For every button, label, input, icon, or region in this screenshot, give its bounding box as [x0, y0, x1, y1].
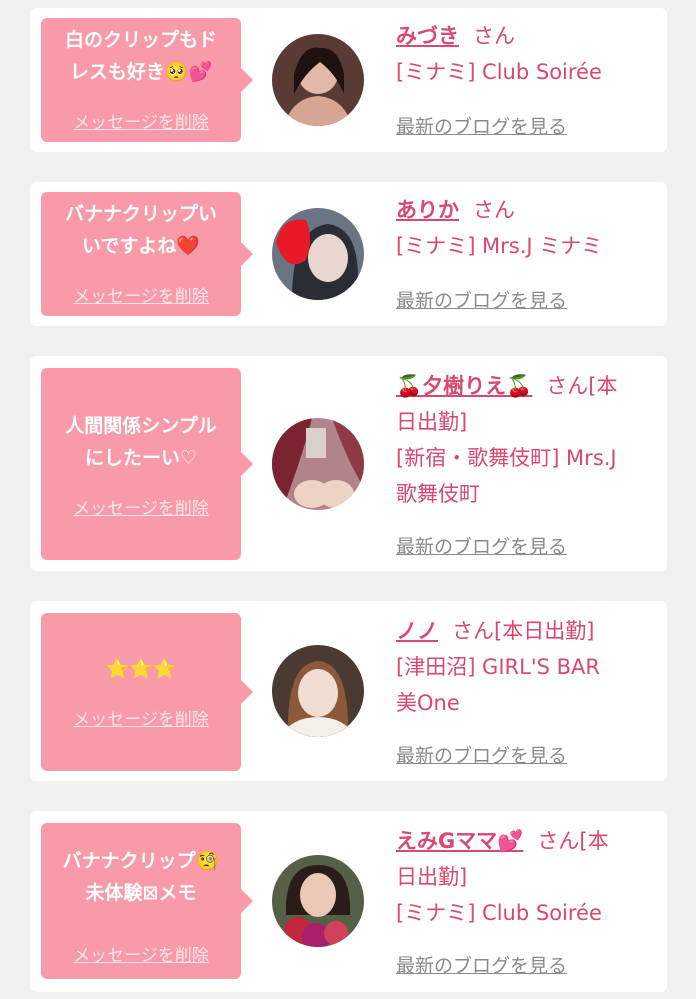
girl-name-link[interactable]: ノノ [396, 619, 438, 643]
latest-blog-link[interactable]: 最新のブログを見る [396, 951, 567, 978]
message-bubble: 人間関係シンプル にしたーい♡ メッセージを削除 [41, 368, 253, 560]
girl-name-link[interactable]: みづき [396, 24, 459, 48]
message-text: 白のクリップもド レスも好き🥺💕 [64, 29, 217, 83]
girl-info: えみGママ💕 さん[本 日出勤] [ミナミ] Club Soirée [396, 823, 658, 931]
shop-name-cont: 歌舞伎町 [396, 482, 480, 506]
message-bubble: バナナクリップ🧐 未体験⊠メモ メッセージを削除 [41, 823, 253, 979]
avatar[interactable] [272, 208, 364, 300]
delete-message-link[interactable]: メッセージを削除 [41, 282, 241, 307]
message-bubble: 白のクリップもド レスも好き🥺💕 メッセージを削除 [41, 18, 253, 142]
message-card: ⭐⭐⭐ メッセージを削除 ノノ さん[本日出勤] [津田沼] GIRL'S BAR… [30, 601, 667, 781]
message-card: 白のクリップもド レスも好き🥺💕 メッセージを削除 みづき さん [ミナミ] Cl… [30, 8, 667, 152]
message-card: 人間関係シンプル にしたーい♡ メッセージを削除 🍒夕樹りえ🍒 さん[本 日出勤]… [30, 356, 667, 571]
san-suffix: さん[本 [546, 374, 618, 398]
girl-name-link[interactable]: えみGママ💕 [396, 829, 523, 853]
shop-name: [新宿・歌舞伎町] Mrs.J [396, 446, 617, 470]
message-text: バナナクリップ🧐 未体験⊠メモ [62, 850, 220, 904]
girl-info: ありか さん [ミナミ] Mrs.J ミナミ [396, 192, 658, 264]
message-bubble: バナナクリップい いですよね❤️ メッセージを削除 [41, 192, 253, 316]
avatar[interactable] [272, 34, 364, 126]
delete-message-link[interactable]: メッセージを削除 [41, 494, 241, 519]
girl-info: 🍒夕樹りえ🍒 さん[本 日出勤] [新宿・歌舞伎町] Mrs.J 歌舞伎町 [396, 368, 658, 512]
avatar-photo [272, 855, 364, 947]
delete-message-link[interactable]: メッセージを削除 [41, 941, 241, 966]
message-text: ⭐⭐⭐ [105, 658, 177, 680]
attendance-status: 日出勤] [396, 410, 468, 434]
delete-message-link[interactable]: メッセージを削除 [41, 705, 241, 730]
girl-info: みづき さん [ミナミ] Club Soirée [396, 18, 658, 90]
avatar-photo [272, 34, 364, 126]
san-suffix: さん [473, 198, 515, 222]
message-card: バナナクリップ🧐 未体験⊠メモ メッセージを削除 えみGママ💕 さん[本 日出勤]… [30, 811, 667, 992]
shop-name: [ミナミ] Club Soirée [396, 901, 602, 925]
avatar-photo [272, 208, 364, 300]
message-card: バナナクリップい いですよね❤️ メッセージを削除 ありか さん [ミナミ] Mr… [30, 182, 667, 326]
avatar-photo [272, 645, 364, 737]
san-suffix: さん[本日出勤] [452, 619, 595, 643]
message-text: 人間関係シンプル にしたーい♡ [65, 415, 217, 469]
attendance-status: 日出勤] [396, 865, 468, 889]
delete-message-link[interactable]: メッセージを削除 [41, 108, 241, 133]
avatar[interactable] [272, 855, 364, 947]
latest-blog-link[interactable]: 最新のブログを見る [396, 286, 567, 313]
latest-blog-link[interactable]: 最新のブログを見る [396, 532, 567, 559]
avatar[interactable] [272, 645, 364, 737]
avatar-photo [272, 418, 364, 510]
san-suffix: さん [473, 24, 515, 48]
girl-message-list: 白のクリップもド レスも好き🥺💕 メッセージを削除 みづき さん [ミナミ] Cl… [0, 0, 696, 999]
shop-name: [ミナミ] Club Soirée [396, 60, 602, 84]
shop-name: [ミナミ] Mrs.J ミナミ [396, 234, 603, 258]
shop-name-cont: 美One [396, 691, 460, 715]
message-text: バナナクリップい いですよね❤️ [64, 203, 217, 257]
message-bubble: ⭐⭐⭐ メッセージを削除 [41, 613, 253, 771]
avatar[interactable] [272, 418, 364, 510]
san-suffix: さん[本 [537, 829, 609, 853]
latest-blog-link[interactable]: 最新のブログを見る [396, 741, 567, 768]
latest-blog-link[interactable]: 最新のブログを見る [396, 112, 567, 139]
girl-info: ノノ さん[本日出勤] [津田沼] GIRL'S BAR 美One [396, 613, 658, 721]
girl-name-link[interactable]: 🍒夕樹りえ🍒 [396, 374, 532, 398]
girl-name-link[interactable]: ありか [396, 198, 459, 222]
shop-name: [津田沼] GIRL'S BAR [396, 655, 600, 679]
